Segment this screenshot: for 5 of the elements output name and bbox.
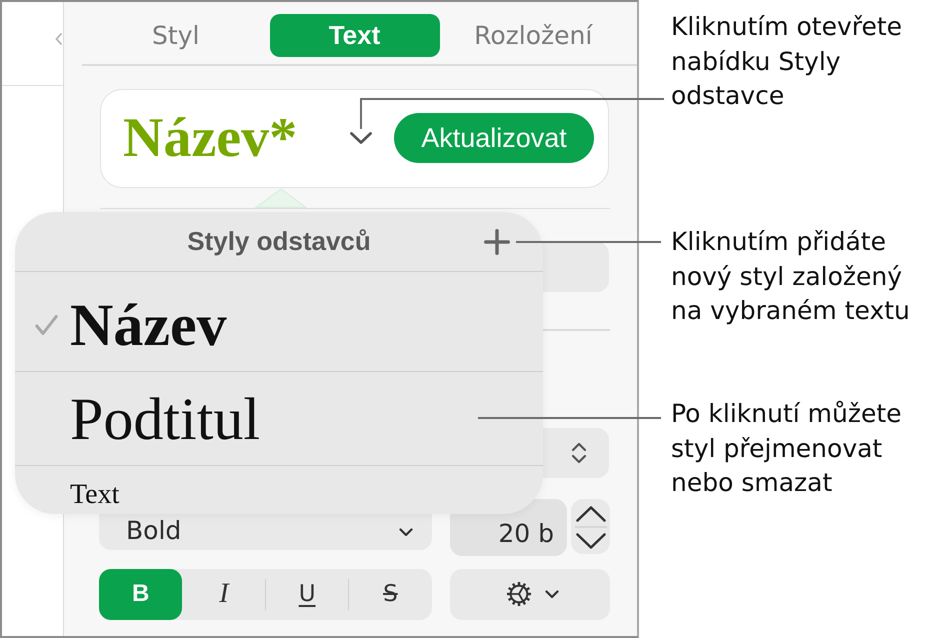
callout-text: Kliknutím přidáte nový styl založený na vybraném textu: [671, 226, 911, 327]
paragraph-style-name: Název*: [123, 109, 298, 167]
callout-text: Kliknutím otevřete nabídku Styly odstavce: [671, 11, 904, 112]
menu-title: Styly odstavců: [187, 226, 371, 257]
callout-text: Po kliknutí můžete styl přejmenovat nebo smazat: [671, 398, 903, 499]
